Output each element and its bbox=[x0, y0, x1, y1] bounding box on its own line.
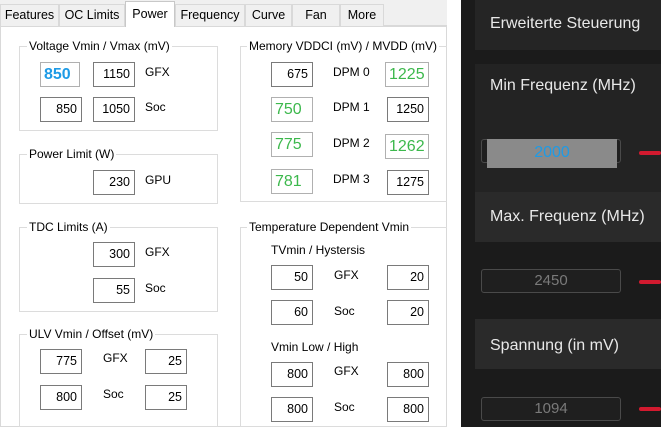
memory-title: Memory VDDCI (mV) / MVDD (mV) bbox=[247, 39, 439, 53]
max-freq-input[interactable]: 2450 bbox=[481, 269, 621, 293]
ulv-title: ULV Vmin / Offset (mV) bbox=[27, 327, 156, 341]
tab-more[interactable]: More bbox=[340, 4, 384, 26]
dpm0-mvdd-field[interactable]: 1225 bbox=[385, 62, 429, 87]
voltage-gfx-label: GFX bbox=[145, 65, 170, 79]
tvmin-soc-hyst-field[interactable]: 20 bbox=[387, 300, 429, 325]
tdc-limits-title: TDC Limits (A) bbox=[27, 220, 110, 234]
tvmin-gfx-hyst-field[interactable]: 20 bbox=[387, 265, 429, 290]
voltage-soc-max-field[interactable]: 1050 bbox=[93, 97, 135, 122]
voltage-gfx-min-field[interactable]: 850 bbox=[40, 62, 80, 87]
adrenalin-tuning-panel: Erweiterte Steuerung Min Frequenz (MHz) … bbox=[461, 0, 661, 427]
ulv-soc-offset-field[interactable]: 25 bbox=[145, 385, 187, 410]
voltage-soc-min-field[interactable]: 850 bbox=[40, 97, 82, 122]
voltage-input[interactable]: 1094 bbox=[481, 397, 621, 421]
ulv-gfx-offset-field[interactable]: 25 bbox=[145, 349, 187, 374]
dpm0-vddci-field[interactable]: 675 bbox=[271, 62, 313, 87]
voltage-gfx-max-field[interactable]: 1150 bbox=[93, 62, 135, 87]
dpm3-mvdd-field[interactable]: 1275 bbox=[387, 170, 429, 195]
dpm3-label: DPM 3 bbox=[333, 172, 370, 186]
temp-vmin-title: Temperature Dependent Vmin bbox=[247, 220, 412, 234]
panel-divider bbox=[447, 0, 461, 427]
min-freq-slider-handle[interactable] bbox=[639, 151, 661, 155]
dpm1-label: DPM 1 bbox=[333, 100, 370, 114]
tvmin-hysteresis-title: TVmin / Hystersis bbox=[271, 243, 366, 257]
tab-fan[interactable]: Fan bbox=[292, 4, 340, 26]
max-freq-label: Max. Frequenz (MHz) bbox=[490, 208, 645, 225]
dpm3-vddci-field[interactable]: 781 bbox=[271, 169, 313, 194]
tab-power[interactable]: Power bbox=[125, 1, 175, 27]
vmin-soc-label: Soc bbox=[334, 400, 355, 414]
vmin-gfx-high-field[interactable]: 800 bbox=[387, 362, 429, 387]
power-limit-gpu-label: GPU bbox=[145, 173, 172, 187]
tdc-soc-label: Soc bbox=[145, 281, 166, 295]
ulv-group bbox=[19, 334, 218, 427]
min-freq-label: Min Frequenz (MHz) bbox=[490, 77, 636, 94]
max-freq-slider-handle[interactable] bbox=[639, 280, 661, 284]
vmin-soc-low-field[interactable]: 800 bbox=[271, 397, 313, 422]
vmin-gfx-low-field[interactable]: 800 bbox=[271, 362, 313, 387]
dpm2-mvdd-field[interactable]: 1262 bbox=[385, 134, 429, 159]
tdc-gfx-field[interactable]: 300 bbox=[93, 242, 135, 267]
advanced-control-label: Erweiterte Steuerung bbox=[490, 15, 641, 32]
min-freq-value[interactable]: 2000 bbox=[487, 139, 617, 168]
tab-bar: Features OC Limits Power Frequency Curve… bbox=[0, 0, 447, 27]
oc-tool-window: Features OC Limits Power Frequency Curve… bbox=[0, 0, 447, 427]
tab-features[interactable]: Features bbox=[0, 4, 59, 26]
tab-oc-limits[interactable]: OC Limits bbox=[59, 4, 125, 26]
voltage-label: Spannung (in mV) bbox=[490, 337, 619, 354]
dpm2-vddci-field[interactable]: 775 bbox=[271, 132, 313, 157]
tvmin-gfx-label: GFX bbox=[334, 268, 359, 282]
power-limit-gpu-field[interactable]: 230 bbox=[93, 170, 135, 195]
tdc-soc-field[interactable]: 55 bbox=[93, 278, 135, 303]
dpm1-vddci-field[interactable]: 750 bbox=[271, 97, 313, 122]
tdc-gfx-label: GFX bbox=[145, 245, 170, 259]
dpm1-mvdd-field[interactable]: 1250 bbox=[387, 97, 429, 122]
vmin-low-high-title: Vmin Low / High bbox=[271, 340, 359, 354]
dpm2-label: DPM 2 bbox=[333, 136, 370, 150]
tab-frequency[interactable]: Frequency bbox=[175, 4, 245, 26]
tab-curve[interactable]: Curve bbox=[245, 4, 292, 26]
tvmin-soc-field[interactable]: 60 bbox=[271, 300, 313, 325]
power-limit-title: Power Limit (W) bbox=[27, 147, 117, 161]
vmin-gfx-label: GFX bbox=[334, 364, 359, 378]
dpm0-label: DPM 0 bbox=[333, 65, 370, 79]
ulv-soc-vmin-field[interactable]: 800 bbox=[40, 385, 82, 410]
ulv-soc-label: Soc bbox=[103, 387, 124, 401]
voltage-soc-label: Soc bbox=[145, 100, 166, 114]
ulv-gfx-label: GFX bbox=[103, 351, 128, 365]
tvmin-gfx-field[interactable]: 50 bbox=[271, 265, 313, 290]
voltage-slider-handle[interactable] bbox=[639, 407, 661, 411]
tvmin-soc-label: Soc bbox=[334, 304, 355, 318]
ulv-gfx-vmin-field[interactable]: 775 bbox=[40, 349, 82, 374]
voltage-group-title: Voltage Vmin / Vmax (mV) bbox=[27, 39, 172, 53]
vmin-soc-high-field[interactable]: 800 bbox=[387, 397, 429, 422]
